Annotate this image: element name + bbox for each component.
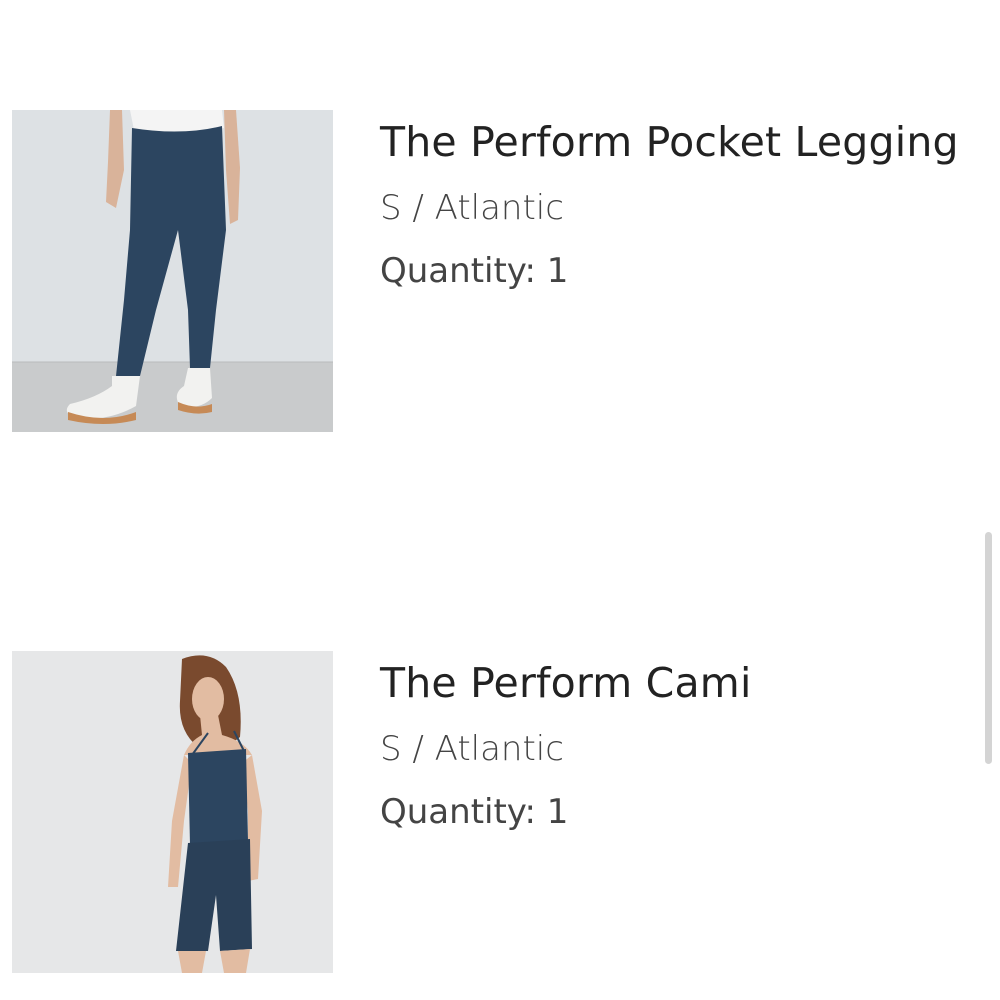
product-title[interactable]: The Perform Pocket Legging bbox=[380, 118, 959, 166]
quantity-value: 1 bbox=[546, 251, 569, 291]
quantity-value: 1 bbox=[546, 792, 569, 832]
quantity-label: Quantity: bbox=[380, 792, 547, 832]
product-image-cami[interactable] bbox=[12, 651, 333, 973]
product-quantity: Quantity: 1 bbox=[380, 251, 568, 291]
product-title[interactable]: The Perform Cami bbox=[380, 659, 752, 707]
scrollbar[interactable] bbox=[985, 532, 992, 764]
cart-item[interactable]: The Perform Pocket Legging S / Atlantic … bbox=[12, 110, 992, 432]
product-variant: S / Atlantic bbox=[380, 188, 564, 228]
product-image-legging[interactable] bbox=[12, 110, 333, 432]
cart-item[interactable]: The Perform Cami S / Atlantic Quantity: … bbox=[12, 651, 992, 973]
product-quantity: Quantity: 1 bbox=[380, 792, 568, 832]
order-items-page: The Perform Pocket Legging S / Atlantic … bbox=[0, 0, 1000, 1000]
quantity-label: Quantity: bbox=[380, 251, 547, 291]
product-variant: S / Atlantic bbox=[380, 729, 564, 769]
